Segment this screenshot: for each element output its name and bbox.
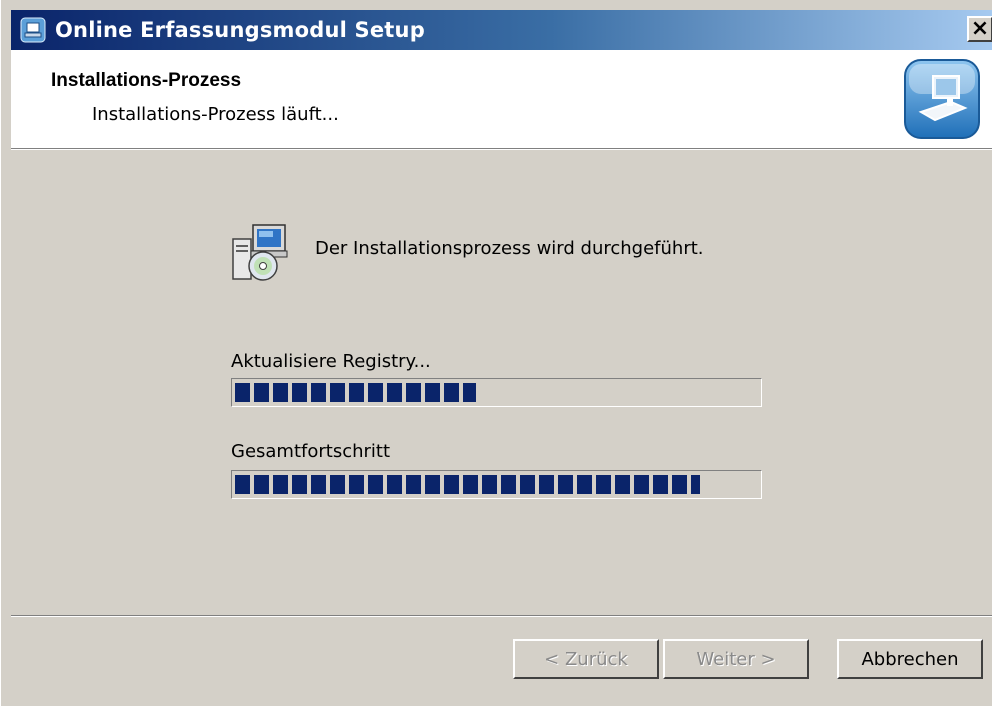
current-step-progress-bar [231,378,762,407]
page-title: Installations-Prozess [51,70,242,91]
window-title: Online Erfassungsmodul Setup [55,18,425,42]
setup-dialog: Online Erfassungsmodul Setup × Installat… [0,0,992,706]
overall-progress-label: Gesamtfortschritt [231,441,391,462]
footer-separator [11,615,992,617]
close-button[interactable]: × [967,16,992,42]
close-icon: × [970,16,990,41]
overall-progress-bar [231,470,762,499]
install-computer-cd-icon [232,224,288,281]
page-subtitle: Installations-Prozess läuft... [92,104,339,125]
setup-icon [19,16,47,44]
back-button[interactable]: < Zurück [513,639,659,679]
current-step-label: Aktualisiere Registry... [231,351,431,372]
installer-logo-icon [904,59,980,139]
current-step-progress-fill [235,383,476,402]
cancel-button[interactable]: Abbrechen [837,639,983,679]
install-message: Der Installationsprozess wird durchgefüh… [315,238,704,259]
next-button[interactable]: Weiter > [663,639,809,679]
overall-progress-fill [235,475,701,494]
wizard-header: Installations-Prozess Installations-Proz… [11,50,992,148]
title-bar[interactable]: Online Erfassungsmodul Setup × [11,10,992,50]
header-separator [11,148,992,150]
